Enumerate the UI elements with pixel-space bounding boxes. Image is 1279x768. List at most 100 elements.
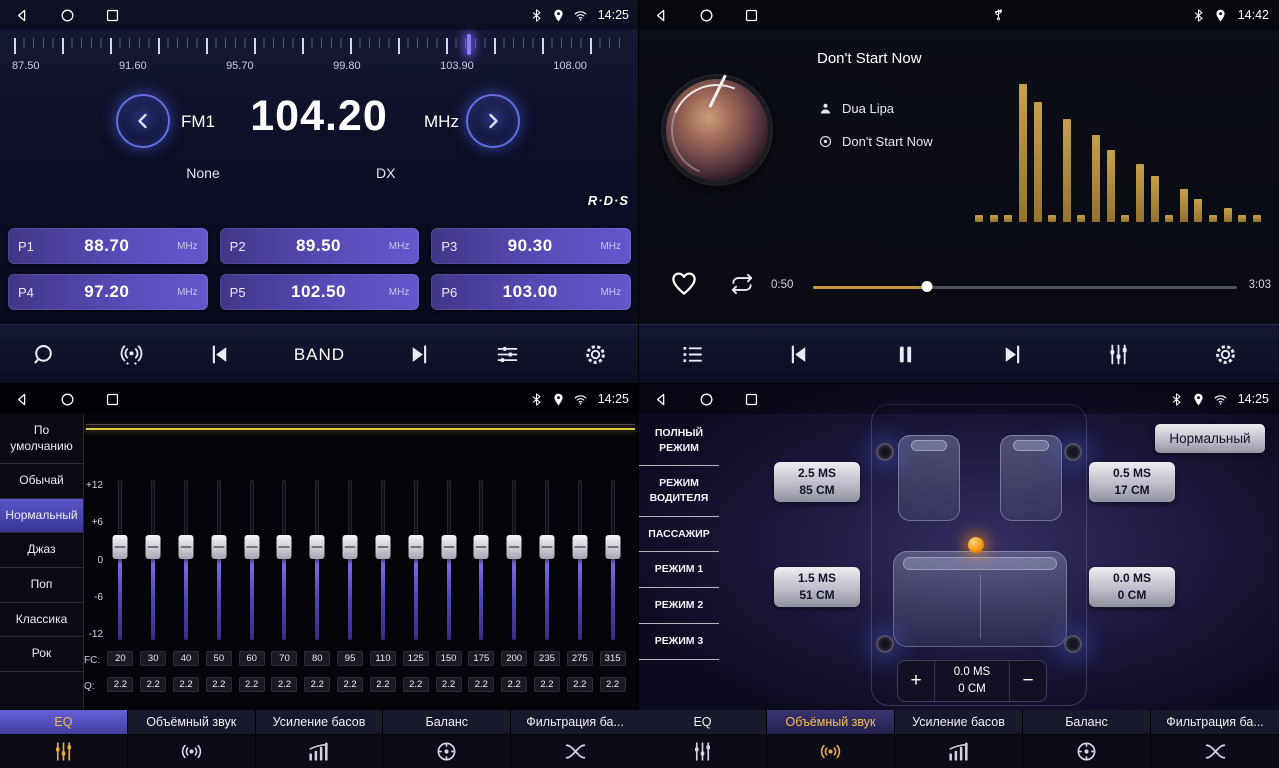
eq-preset-pop[interactable]: Поп: [0, 568, 83, 603]
delay-increase-button[interactable]: +: [898, 661, 934, 701]
tab-filter[interactable]: Фильтрация ба...: [1151, 710, 1279, 768]
settings-button[interactable]: [1212, 341, 1239, 368]
eq-band-slider[interactable]: [137, 476, 170, 644]
home-nav-icon[interactable]: [698, 7, 715, 24]
tab-surround[interactable]: Объёмный звук: [767, 710, 895, 768]
eq-preset-classic[interactable]: Классика: [0, 603, 83, 638]
radio-preset-button[interactable]: P5 102.50 MHz: [220, 274, 420, 310]
mode-full[interactable]: ПОЛНЫЙ РЕЖИМ: [639, 416, 719, 466]
recents-nav-icon[interactable]: [104, 7, 121, 24]
rear-right-delay-button[interactable]: 0.0 MS 0 CM: [1089, 567, 1175, 607]
slider-handle[interactable]: [605, 535, 620, 559]
slider-handle[interactable]: [375, 535, 390, 559]
back-nav-icon[interactable]: [14, 391, 31, 408]
recents-nav-icon[interactable]: [743, 391, 760, 408]
back-nav-icon[interactable]: [653, 7, 670, 24]
seek-up-button[interactable]: [466, 94, 520, 148]
scan-button[interactable]: [30, 341, 57, 368]
tab-balance[interactable]: Баланс: [383, 710, 511, 768]
dial-pointer[interactable]: [467, 34, 471, 55]
previous-station-button[interactable]: [206, 341, 233, 368]
repeat-button[interactable]: [729, 271, 755, 302]
eq-band-slider[interactable]: [104, 476, 137, 644]
tune-sliders-button[interactable]: [494, 341, 521, 368]
tab-filter[interactable]: Фильтрация ба...: [511, 710, 639, 768]
eq-band-slider[interactable]: [235, 476, 268, 644]
seek-down-button[interactable]: [116, 94, 170, 148]
radio-preset-button[interactable]: P4 97.20 MHz: [8, 274, 208, 310]
mode-passenger[interactable]: ПАССАЖИР: [639, 517, 719, 553]
recents-nav-icon[interactable]: [104, 391, 121, 408]
mode-2[interactable]: РЕЖИМ 2: [639, 588, 719, 624]
home-nav-icon[interactable]: [59, 7, 76, 24]
eq-band-slider[interactable]: [202, 476, 235, 644]
slider-handle[interactable]: [572, 535, 587, 559]
slider-handle[interactable]: [408, 535, 423, 559]
recents-nav-icon[interactable]: [743, 7, 760, 24]
tab-balance[interactable]: Баланс: [1023, 710, 1151, 768]
eq-band-slider[interactable]: [432, 476, 465, 644]
mixer-button[interactable]: [1105, 341, 1132, 368]
slider-handle[interactable]: [244, 535, 259, 559]
slider-handle[interactable]: [539, 535, 554, 559]
rear-left-delay-button[interactable]: 1.5 MS 51 CM: [774, 567, 860, 607]
slider-handle[interactable]: [113, 535, 128, 559]
eq-preset-default[interactable]: По умолчанию: [0, 414, 83, 464]
tab-eq[interactable]: EQ: [0, 710, 128, 768]
pause-button[interactable]: [892, 341, 919, 368]
eq-band-slider[interactable]: [498, 476, 531, 644]
eq-band-slider[interactable]: [301, 476, 334, 644]
tab-bass-boost[interactable]: Усиление басов: [895, 710, 1023, 768]
listening-position-marker[interactable]: [968, 537, 984, 553]
mode-1[interactable]: РЕЖИМ 1: [639, 552, 719, 588]
slider-handle[interactable]: [146, 535, 161, 559]
previous-track-button[interactable]: [785, 341, 812, 368]
eq-band-slider[interactable]: [596, 476, 629, 644]
broadcast-button[interactable]: [118, 341, 145, 368]
eq-preset-rock[interactable]: Рок: [0, 637, 83, 672]
eq-band-slider[interactable]: [531, 476, 564, 644]
playlist-button[interactable]: [679, 341, 706, 368]
slider-handle[interactable]: [310, 535, 325, 559]
back-nav-icon[interactable]: [14, 7, 31, 24]
eq-band-slider[interactable]: [399, 476, 432, 644]
slider-handle[interactable]: [507, 535, 522, 559]
radio-preset-button[interactable]: P1 88.70 MHz: [8, 228, 208, 264]
tab-surround[interactable]: Объёмный звук: [128, 710, 256, 768]
eq-preset-custom[interactable]: Обычай: [0, 464, 83, 499]
next-station-button[interactable]: [406, 341, 433, 368]
progress-bar[interactable]: [813, 281, 1237, 293]
slider-handle[interactable]: [441, 535, 456, 559]
eq-band-slider[interactable]: [367, 476, 400, 644]
tab-bass-boost[interactable]: Усиление басов: [256, 710, 384, 768]
eq-preset-jazz[interactable]: Джаз: [0, 533, 83, 568]
eq-band-slider[interactable]: [563, 476, 596, 644]
eq-band-slider[interactable]: [268, 476, 301, 644]
slider-handle[interactable]: [474, 535, 489, 559]
radio-preset-button[interactable]: P2 89.50 MHz: [220, 228, 420, 264]
slider-handle[interactable]: [277, 535, 292, 559]
eq-band-slider[interactable]: [465, 476, 498, 644]
radio-preset-button[interactable]: P3 90.30 MHz: [431, 228, 631, 264]
home-nav-icon[interactable]: [59, 391, 76, 408]
eq-band-slider[interactable]: [334, 476, 367, 644]
eq-preset-normal[interactable]: Нормальный: [0, 499, 83, 534]
front-right-delay-button[interactable]: 0.5 MS 17 CM: [1089, 462, 1175, 502]
eq-band-slider[interactable]: [170, 476, 203, 644]
frequency-dial[interactable]: 87.5091.6095.7099.80103.90108.00: [8, 32, 631, 82]
front-left-delay-button[interactable]: 2.5 MS 85 CM: [774, 462, 860, 502]
favorite-button[interactable]: [669, 268, 699, 303]
slider-handle[interactable]: [211, 535, 226, 559]
mode-3[interactable]: РЕЖИМ 3: [639, 624, 719, 660]
progress-handle[interactable]: [922, 281, 933, 292]
slider-handle[interactable]: [343, 535, 358, 559]
delay-decrease-button[interactable]: −: [1010, 661, 1046, 701]
band-button[interactable]: BAND: [294, 345, 345, 365]
slider-handle[interactable]: [179, 535, 194, 559]
tab-eq[interactable]: EQ: [639, 710, 767, 768]
mode-driver[interactable]: РЕЖИМ ВОДИТЕЛЯ: [639, 466, 719, 516]
next-track-button[interactable]: [999, 341, 1026, 368]
settings-button[interactable]: [582, 341, 609, 368]
back-nav-icon[interactable]: [653, 391, 670, 408]
surround-preset-button[interactable]: Нормальный: [1155, 424, 1265, 453]
